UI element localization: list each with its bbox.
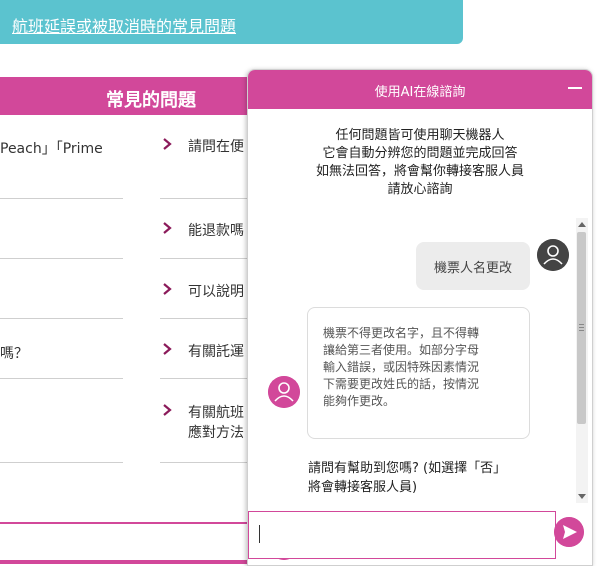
chat-intro-line: 如無法回答，將會幫你轉接客服人員 (315, 164, 524, 179)
faq-section-title: 常見的問題 (106, 90, 196, 111)
minimize-icon[interactable] (568, 87, 582, 89)
bot-reply-line: 能夠作更改。 (323, 394, 396, 408)
faq-divider (160, 462, 248, 463)
faq-divider (0, 378, 123, 379)
bot-reply-line: 讓給第三者使用。如部分字母 (323, 343, 480, 357)
chat-input[interactable] (248, 511, 556, 559)
faq-divider (0, 258, 123, 259)
flight-delay-faq-link[interactable]: 航班延誤或被取消時的常見問題 (12, 13, 236, 37)
bot-question: 請問有幫助到您嗎? (如選擇「否」 將會轉接客服人員) (308, 459, 506, 497)
faq-bottom-bar (0, 560, 262, 564)
faq-left-text-2[interactable]: 嗎？ (0, 343, 28, 363)
faq-divider (160, 378, 248, 379)
chat-intro-line: 請放心諮詢 (387, 182, 453, 197)
faq-item-label: 請問在便 (188, 139, 244, 155)
bot-reply-bubble: 機票不得更改名字，且不得轉 讓給第三者使用。如部分字母 輸入錯誤，或因特殊因素情… (307, 307, 530, 439)
bot-avatar-icon (268, 376, 300, 408)
faq-item-label: 應對方法 (188, 425, 244, 441)
faq-divider (160, 258, 248, 259)
thumb-grip (579, 324, 584, 325)
bot-reply-line: 機票不得更改名字，且不得轉 (323, 326, 480, 340)
thumb-grip (579, 327, 584, 328)
thumb-grip (579, 330, 584, 331)
faq-divider (160, 198, 248, 199)
faq-item-label: 可以說明 (188, 284, 244, 300)
user-avatar-icon (537, 239, 569, 271)
scroll-thumb[interactable] (577, 232, 586, 424)
faq-item-label: 有關航班 (188, 405, 244, 421)
chat-header: 使用AI在線諮詢 (248, 70, 592, 109)
faq-divider (0, 198, 123, 199)
send-icon[interactable] (554, 517, 584, 547)
faq-bottom-line (0, 522, 262, 524)
chevron-right-icon (163, 283, 172, 295)
bot-reply-line: 輸入錯誤，或因特殊因素情況 (323, 360, 480, 374)
chevron-right-icon (163, 138, 172, 150)
faq-item-label: 能退款嗎 (188, 223, 244, 239)
chat-intro: 任何問題皆可使用聊天機器人 它會自動分辨您的問題並完成回答 如無法回答，將會幫你… (248, 127, 592, 199)
text-caret (259, 525, 260, 543)
faq-divider (0, 462, 123, 463)
chevron-right-icon (163, 222, 172, 234)
faq-item-label: 有關託運 (188, 344, 244, 360)
scroll-down-arrow-icon[interactable] (578, 494, 586, 499)
scroll-up-arrow-icon[interactable] (578, 222, 586, 227)
chat-intro-line: 它會自動分辨您的問題並完成回答 (322, 146, 518, 161)
bot-question-line: 將會轉接客服人員) (308, 480, 418, 495)
user-message-bubble: 機票人名更改 (416, 242, 530, 290)
user-message-text: 機票人名更改 (433, 260, 512, 276)
chat-intro-line: 任何問題皆可使用聊天機器人 (335, 128, 505, 143)
chat-scrollbar[interactable] (576, 218, 588, 503)
faq-divider (0, 318, 123, 319)
bot-question-line: 請問有幫助到您嗎? (如選擇「否」 (308, 461, 507, 476)
chat-messages[interactable]: 機票人名更改 機票不得更改名字，且不得轉 讓給第三者使用。如部分字母 輸入錯誤，… (248, 218, 592, 560)
bot-reply-line: 下需要更改姓氏的話，按情況 (323, 377, 480, 391)
ai-chat-widget: 使用AI在線諮詢 任何問題皆可使用聊天機器人 它會自動分辨您的問題並完成回答 如… (247, 69, 593, 566)
chevron-right-icon (163, 404, 172, 416)
chevron-right-icon (163, 343, 172, 355)
faq-left-text-1[interactable]: Peach」「Prime (0, 138, 103, 158)
faq-divider (160, 318, 248, 319)
chat-title: 使用AI在線諮詢 (374, 85, 466, 100)
faq-section-header: 常見的問題 (0, 77, 262, 115)
faq-banner: 航班延誤或被取消時的常見問題 (0, 0, 463, 44)
